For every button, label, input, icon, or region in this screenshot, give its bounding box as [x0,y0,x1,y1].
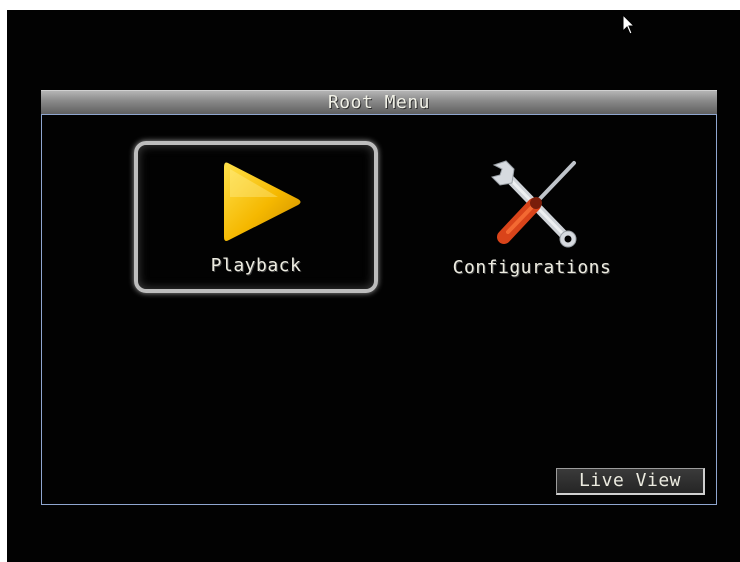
play-icon [224,162,301,241]
playback-menu-item[interactable]: Playback [134,141,378,293]
wrench-screwdriver-icon [491,160,577,248]
configurations-menu-item[interactable]: Configurations [422,145,642,295]
root-menu-window: Root Menu Playback Configurations Live V… [41,90,717,505]
live-view-button[interactable]: Live View [556,468,705,495]
menu-panel: Playback Configurations Live View [41,114,717,505]
playback-label: Playback [210,255,302,276]
configurations-label: Configurations [452,257,612,278]
dvr-screen: Root Menu Playback Configurations Live V… [7,10,740,562]
mouse-cursor-icon [622,14,636,35]
title-bar: Root Menu [41,90,717,114]
window-title: Root Menu [327,92,431,113]
